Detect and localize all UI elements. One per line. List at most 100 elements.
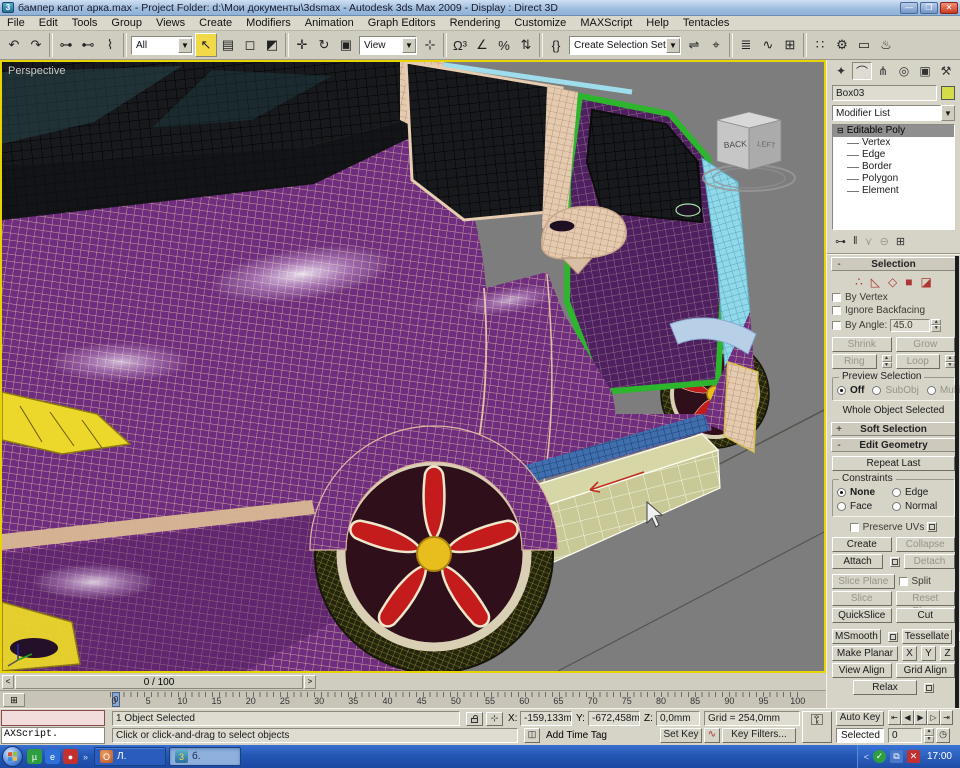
- quicklaunch-browser-icon[interactable]: e: [45, 749, 60, 764]
- stack-item-vertex[interactable]: Vertex: [833, 137, 954, 149]
- slice-button[interactable]: Slice: [832, 591, 892, 606]
- material-editor-icon[interactable]: ∷: [809, 33, 831, 57]
- maxscript-mini-listener[interactable]: AXScript.: [1, 727, 105, 744]
- maxscript-mini-listener-pink[interactable]: [1, 710, 105, 726]
- menu-animation[interactable]: Animation: [298, 16, 361, 31]
- object-name-field[interactable]: Box03: [832, 85, 937, 101]
- constraint-none-radio[interactable]: [837, 488, 846, 497]
- make-planar-button[interactable]: Make Planar: [832, 646, 898, 661]
- rollout-soft-selection-header[interactable]: + Soft Selection: [831, 422, 956, 436]
- quickslice-button[interactable]: QuickSlice: [832, 608, 892, 623]
- chevron-down-icon[interactable]: ▼: [941, 105, 955, 121]
- angle-snap-icon[interactable]: ∠: [471, 33, 493, 57]
- taskbar-task-1[interactable]: O Л.: [94, 747, 166, 766]
- schematic-view-icon[interactable]: ⊞: [779, 33, 801, 57]
- viewport-canvas[interactable]: BACK LEFT: [2, 62, 824, 671]
- quicklaunch-overflow-chevron[interactable]: »: [83, 752, 88, 762]
- element-subobject-icon[interactable]: ◪: [921, 275, 932, 289]
- default-in-out-tangent-icon[interactable]: ∿: [704, 728, 720, 743]
- make-unique-icon[interactable]: ⋎: [865, 235, 873, 248]
- taskbar-task-3dsmax[interactable]: 3 б.: [169, 747, 241, 766]
- preserve-uvs-settings-button[interactable]: [927, 522, 937, 532]
- close-button[interactable]: ✕: [940, 2, 958, 14]
- tray-chevron[interactable]: <: [864, 752, 869, 762]
- constraint-face-radio[interactable]: [837, 502, 846, 511]
- menu-rendering[interactable]: Rendering: [443, 16, 508, 31]
- object-color-swatch[interactable]: [941, 86, 955, 100]
- utilities-tab-icon[interactable]: ⚒: [936, 62, 956, 80]
- select-by-name-icon[interactable]: ▤: [217, 33, 239, 57]
- menu-graph-editors[interactable]: Graph Editors: [361, 16, 443, 31]
- vertex-subobject-icon[interactable]: ∴: [855, 275, 863, 289]
- command-panel-scrollbar[interactable]: [955, 256, 959, 708]
- viewport-perspective[interactable]: BACK LEFT Perspective: [0, 60, 826, 673]
- go-to-start-icon[interactable]: ⇤: [888, 710, 901, 725]
- planar-z-button[interactable]: Z: [940, 646, 955, 661]
- constraint-normal-radio[interactable]: [892, 502, 901, 511]
- menu-tools[interactable]: Tools: [65, 16, 105, 31]
- modify-tab-icon[interactable]: ⌒: [852, 62, 872, 80]
- viewport-label[interactable]: Perspective: [8, 65, 65, 77]
- menu-group[interactable]: Group: [104, 16, 149, 31]
- configure-modifier-sets-icon[interactable]: ⊞: [896, 235, 905, 248]
- menu-views[interactable]: Views: [149, 16, 192, 31]
- slice-plane-button[interactable]: Slice Plane: [832, 574, 895, 589]
- named-selection-set-dropdown[interactable]: Create Selection Set▼: [569, 36, 681, 55]
- relax-button[interactable]: Relax: [853, 680, 917, 695]
- next-frame-icon[interactable]: ▷: [927, 710, 940, 725]
- y-coordinate-field[interactable]: -672,458mm: [588, 711, 640, 726]
- snaps-toggle-icon[interactable]: Ω³: [449, 33, 471, 57]
- border-subobject-icon[interactable]: ◇: [888, 275, 897, 289]
- menu-edit[interactable]: Edit: [32, 16, 65, 31]
- attach-settings-button[interactable]: [890, 557, 900, 567]
- window-crossing-icon[interactable]: ◩: [261, 33, 283, 57]
- render-production-icon[interactable]: ♨: [875, 33, 897, 57]
- z-coordinate-field[interactable]: 0,0mm: [656, 711, 700, 726]
- quicklaunch-utorrent-icon[interactable]: µ: [27, 749, 42, 764]
- maximize-button[interactable]: ❐: [920, 2, 938, 14]
- play-animation-icon[interactable]: ▶: [914, 710, 927, 725]
- reference-coordinate-dropdown[interactable]: View▼: [359, 36, 417, 55]
- key-icon[interactable]: ⚿: [802, 711, 832, 743]
- collapse-button[interactable]: Collapse: [896, 537, 956, 552]
- ring-spinner[interactable]: ▲▼: [882, 355, 892, 368]
- view-align-button[interactable]: View Align: [832, 663, 892, 678]
- start-button[interactable]: [2, 746, 23, 767]
- stack-item-element[interactable]: Element: [833, 185, 954, 197]
- msmooth-settings-button[interactable]: [888, 632, 898, 642]
- planar-y-button[interactable]: Y: [921, 646, 936, 661]
- redo-icon[interactable]: ↷: [25, 33, 47, 57]
- display-tab-icon[interactable]: ▣: [915, 62, 935, 80]
- time-slider-next-button[interactable]: >: [304, 675, 316, 689]
- menu-customize[interactable]: Customize: [507, 16, 573, 31]
- selection-lock-icon[interactable]: [466, 712, 483, 726]
- percent-snap-icon[interactable]: %: [493, 33, 515, 57]
- align-icon[interactable]: ⌖: [705, 33, 727, 57]
- grid-align-button[interactable]: Grid Align: [896, 663, 956, 678]
- hierarchy-tab-icon[interactable]: ⋔: [873, 62, 893, 80]
- key-mode-dropdown[interactable]: Selected: [836, 728, 884, 743]
- pin-stack-icon[interactable]: ⊶: [835, 235, 846, 248]
- preview-subobj-radio[interactable]: [872, 386, 881, 395]
- menu-create[interactable]: Create: [192, 16, 239, 31]
- tray-alert-icon[interactable]: ✕: [907, 750, 920, 763]
- repeat-last-button[interactable]: Repeat Last: [832, 456, 955, 471]
- select-and-rotate-icon[interactable]: ↻: [313, 33, 335, 57]
- menu-tentacles[interactable]: Tentacles: [676, 16, 736, 31]
- auto-key-button[interactable]: Auto Key: [836, 711, 884, 726]
- x-coordinate-field[interactable]: -159,133mm: [520, 711, 572, 726]
- show-end-result-icon[interactable]: ‖: [853, 235, 858, 247]
- polygon-subobject-icon[interactable]: ■: [905, 275, 912, 289]
- motion-tab-icon[interactable]: ◎: [894, 62, 914, 80]
- stack-item-polygon[interactable]: Polygon: [833, 173, 954, 185]
- track-bar[interactable]: ⊞ 0 051015202530354045505560657075808590…: [0, 690, 826, 708]
- time-slider-handle[interactable]: 0 / 100: [15, 675, 303, 689]
- reset-plane-button[interactable]: Reset Plane: [896, 591, 956, 606]
- minimize-button[interactable]: —: [900, 2, 918, 14]
- constraint-edge-radio[interactable]: [892, 488, 901, 497]
- stack-item-edge[interactable]: Edge: [833, 149, 954, 161]
- time-slider-prev-button[interactable]: <: [2, 675, 14, 689]
- collapse-icon[interactable]: ⊟: [837, 125, 844, 137]
- rollout-edit-geometry-header[interactable]: - Edit Geometry: [831, 438, 956, 452]
- attach-button[interactable]: Attach: [832, 554, 883, 569]
